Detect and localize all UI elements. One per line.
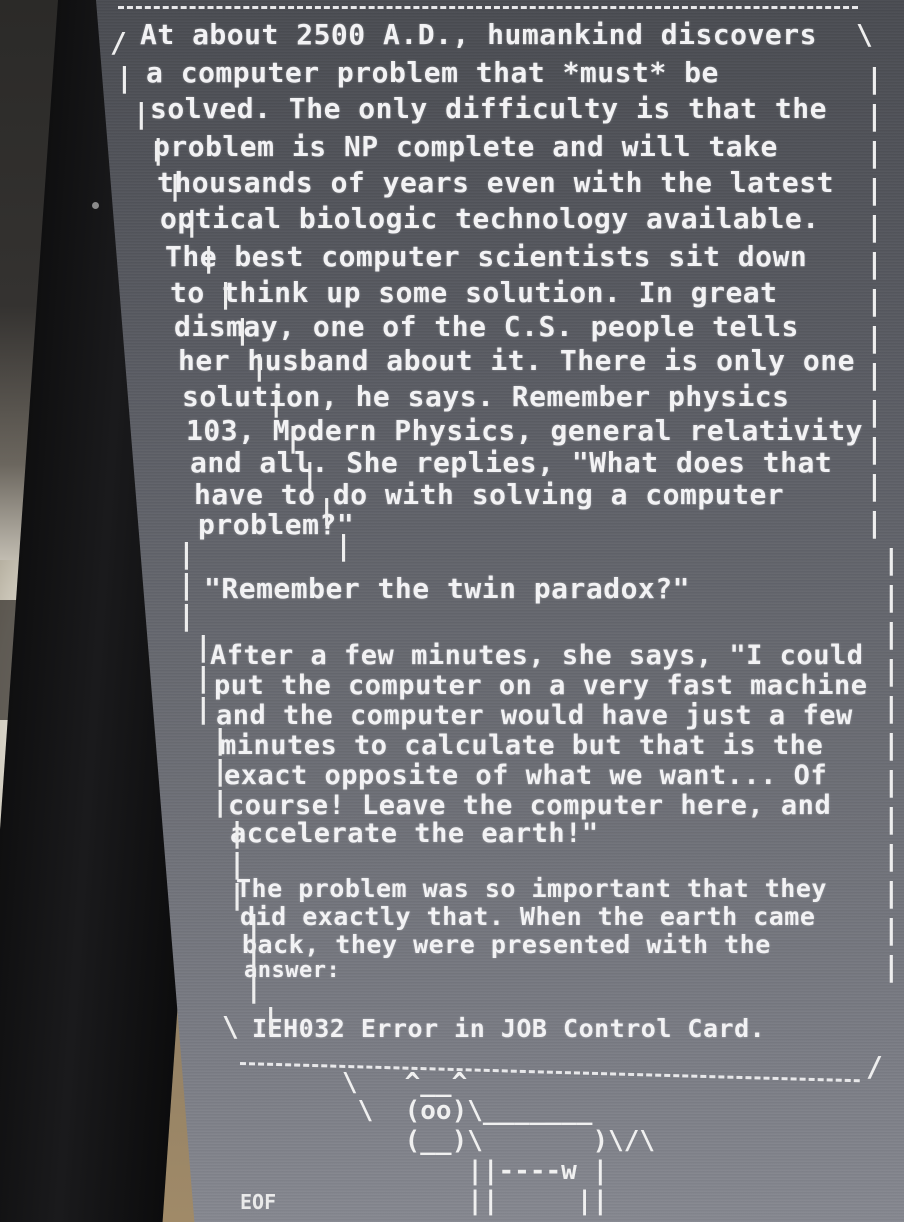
terminal-output: / \ \ / At about 2500 A.D., humankind di… [0, 0, 904, 1222]
ascii-cow-line: (__)\ )\/\ [342, 1126, 656, 1156]
bubble-left-border: | | | | | | | | | | | | | | [116, 61, 353, 562]
speech-line: and the computer would have just a few [216, 700, 853, 731]
speech-line: minutes to calculate but that is the [220, 730, 824, 761]
ascii-cow-line: || || [342, 1186, 609, 1216]
speech-line: back, they were presented with the [242, 930, 771, 959]
ascii-cow-line: \ (oo)\_______ [342, 1096, 593, 1126]
speech-line: put the computer on a very fast machine [214, 670, 868, 701]
bubble-corner-bottom-right: / [866, 1050, 883, 1083]
bubble-corner-top-right: \ [856, 18, 873, 51]
ascii-cow-line: ||----w | [342, 1156, 609, 1186]
photo-scene: / \ \ / At about 2500 A.D., humankind di… [0, 0, 904, 1222]
speech-line-error: IEH032 Error in JOB Control Card. [252, 1014, 766, 1043]
speech-line: exact opposite of what we want... Of [224, 760, 828, 791]
speech-line: did exactly that. When the earth came [240, 902, 816, 931]
eof-marker: EOF [240, 1190, 277, 1214]
speech-line: At about 2500 A.D., humankind discovers [140, 18, 817, 51]
speech-bubble-bottom-border [239, 1062, 860, 1083]
speech-line: After a few minutes, she says, "I could [210, 640, 864, 671]
speech-line: accelerate the earth!" [230, 818, 599, 849]
speech-bubble-top-border [118, 6, 858, 9]
speech-line: The problem was so important that they [236, 874, 827, 903]
bubble-corner-top-left: / [110, 26, 127, 59]
ascii-cow-line: \ ^__^ [342, 1068, 468, 1098]
bubble-left-border-lower: | | | | | | | | | | | | | | | | [178, 537, 280, 1035]
bubble-right-border: | | | | | | | | | | | | | | | | | | | | … [866, 62, 900, 983]
speech-line: course! Leave the computer here, and [228, 790, 832, 821]
